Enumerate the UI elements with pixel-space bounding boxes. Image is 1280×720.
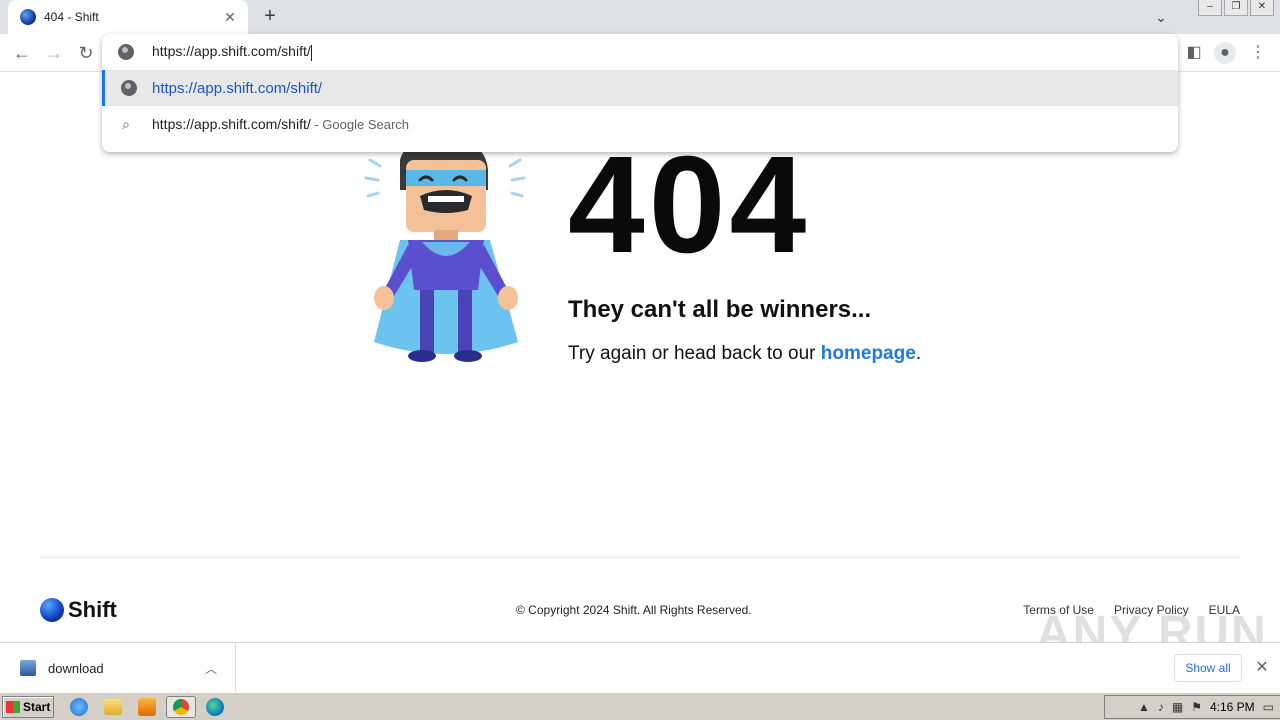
tray-arrow-icon[interactable]: ▲ [1138,700,1150,714]
close-download-bar-icon[interactable]: ✕ [1254,658,1270,678]
tab-strip: 404 - Shift ✕ + ⌄ – ❐ ✕ [0,0,1280,34]
download-bar: download ︿ Show all ✕ [0,642,1280,693]
footer-logo[interactable]: Shift [40,597,117,623]
address-bar[interactable]: https://app.shift.com/shift/ [102,34,1178,70]
edge-icon[interactable] [206,698,224,716]
close-tab-icon[interactable]: ✕ [222,9,238,26]
copyright-text: © Copyright 2024 Shift. All Rights Reser… [516,603,752,617]
file-icon [20,660,36,676]
shift-favicon-icon [20,9,36,25]
tab-search-chevron-icon[interactable]: ⌄ [1150,6,1172,28]
minimize-icon[interactable]: – [1198,0,1222,16]
side-panel-icon[interactable]: ◧ [1184,42,1204,64]
profile-avatar-icon[interactable]: ● [1214,42,1236,64]
restore-icon[interactable]: ❐ [1224,0,1248,16]
internet-explorer-icon[interactable] [70,698,88,716]
logo-text: Shift [68,597,117,622]
volume-icon[interactable]: ♪ [1158,700,1164,714]
tab-title: 404 - Shift [44,10,99,24]
show-all-button[interactable]: Show all [1174,654,1242,682]
start-button[interactable]: Start [2,696,54,718]
download-file-name: download [48,660,104,676]
footer-divider [40,557,1240,558]
homepage-link[interactable]: homepage [821,343,916,364]
terms-of-use-link[interactable]: Terms of Use [1023,603,1094,617]
system-tray: ▲ ♪ ▦ ⚑ 4:16 PM ▭ [1104,695,1280,719]
chevron-up-icon[interactable]: ︿ [201,660,221,677]
globe-icon [121,80,137,96]
network-icon[interactable]: ▦ [1172,700,1183,714]
omnibox-dropdown: https://app.shift.com/shift/ https://app… [102,34,1178,152]
windows-flag-icon [6,701,20,713]
kebab-menu-icon[interactable]: ⋮ [1248,42,1268,64]
address-input[interactable]: https://app.shift.com/shift/ [152,43,312,61]
reload-icon[interactable]: ↻ [74,42,98,64]
privacy-policy-link[interactable]: Privacy Policy [1114,603,1189,617]
flag-icon[interactable]: ⚑ [1191,700,1202,714]
eula-link[interactable]: EULA [1209,603,1240,617]
forward-arrow-icon[interactable]: → [42,42,66,64]
omnibox-suggestion-url[interactable]: https://app.shift.com/shift/ [102,70,1178,106]
footer-links: Terms of Use Privacy Policy EULA [1023,603,1240,617]
back-arrow-icon[interactable]: ← [10,42,34,64]
window-controls: – ❐ ✕ [1198,0,1274,16]
shift-logo-icon [40,598,64,622]
error-message: Try again or head back to our homepage. [568,343,922,364]
suggestion-url-text: https://app.shift.com/shift/ [152,79,323,97]
chrome-taskbar-icon[interactable] [166,696,196,718]
crying-superhero-illustration [364,139,526,362]
media-player-icon[interactable] [138,698,156,716]
globe-icon [118,44,134,60]
omnibox-suggestion-search[interactable]: ⌕ https://app.shift.com/shift/ - Google … [102,106,1178,142]
file-explorer-icon[interactable] [104,699,122,715]
search-icon: ⌕ [122,116,130,132]
download-item[interactable]: download ︿ [0,643,236,693]
suggestion-search-text: https://app.shift.com/shift/ - Google Se… [152,116,410,132]
tab-404-shift[interactable]: 404 - Shift ✕ [8,0,248,34]
error-code-heading: 404 [568,128,811,282]
text-caret [310,44,312,61]
clock[interactable]: 4:16 PM [1210,700,1255,714]
error-title: They can't all be winners... [568,296,872,323]
show-desktop-icon[interactable]: ▭ [1263,700,1274,714]
close-window-icon[interactable]: ✕ [1250,0,1274,16]
windows-taskbar: Start ▲ ♪ ▦ ⚑ 4:16 PM ▭ [0,692,1280,720]
new-tab-button[interactable]: + [258,5,282,29]
